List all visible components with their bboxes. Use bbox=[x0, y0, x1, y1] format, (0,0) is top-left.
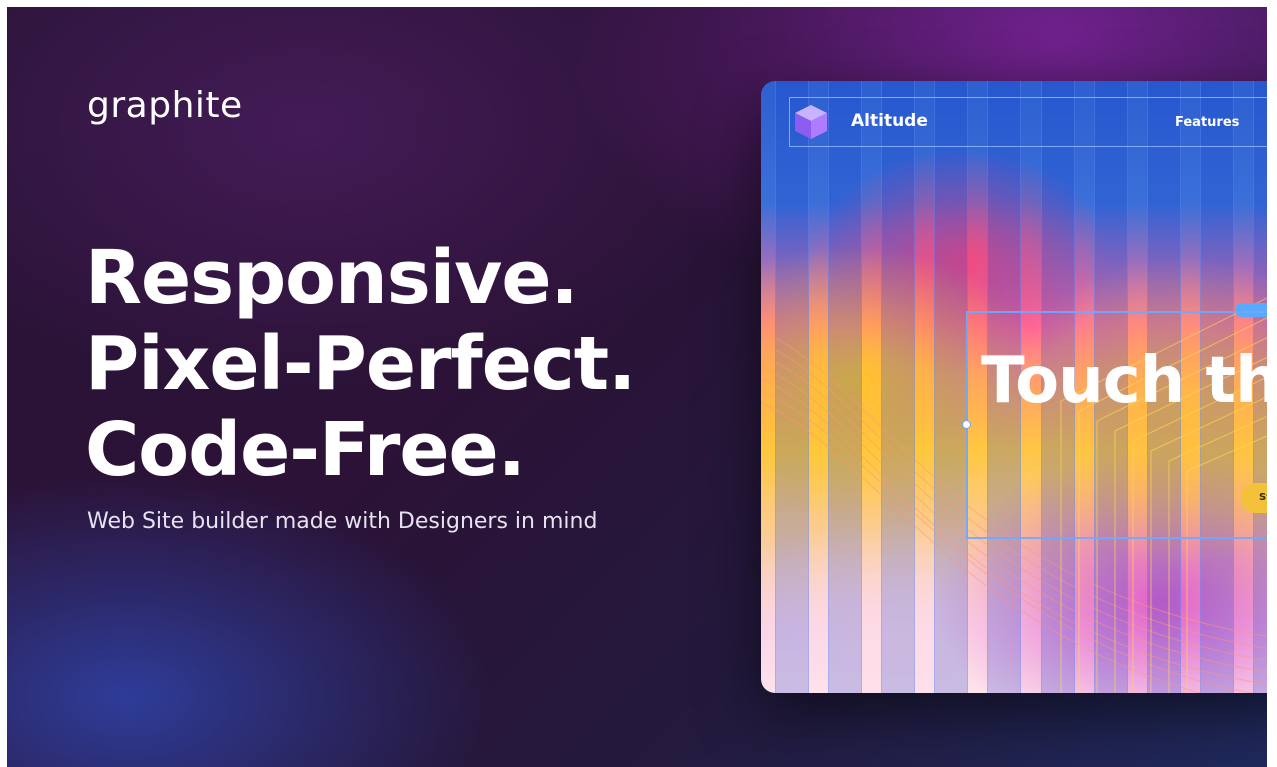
preview-heading: Touch th bbox=[981, 344, 1277, 418]
preview-nav-features[interactable]: Features bbox=[1175, 115, 1239, 130]
right-edge bbox=[1267, 7, 1277, 767]
headline-line-2: Pixel-Perfect. bbox=[85, 321, 636, 407]
preview-brand-name[interactable]: Altitude bbox=[851, 111, 928, 131]
hero-headline: Responsive. Pixel-Perfect. Code-Free. bbox=[85, 235, 636, 493]
hero-tagline: Web Site builder made with Designers in … bbox=[87, 509, 598, 534]
hero-banner: graphite Responsive. Pixel-Perfect. Code… bbox=[7, 7, 1277, 767]
headline-line-1: Responsive. bbox=[85, 235, 579, 321]
headline-line-3: Code-Free. bbox=[85, 407, 526, 493]
cube-icon bbox=[795, 105, 827, 139]
resize-handle[interactable] bbox=[962, 420, 971, 429]
editor-preview: Altitude Features Ab Touch th Star bbox=[761, 81, 1277, 693]
graphite-logo[interactable]: graphite bbox=[87, 85, 243, 126]
